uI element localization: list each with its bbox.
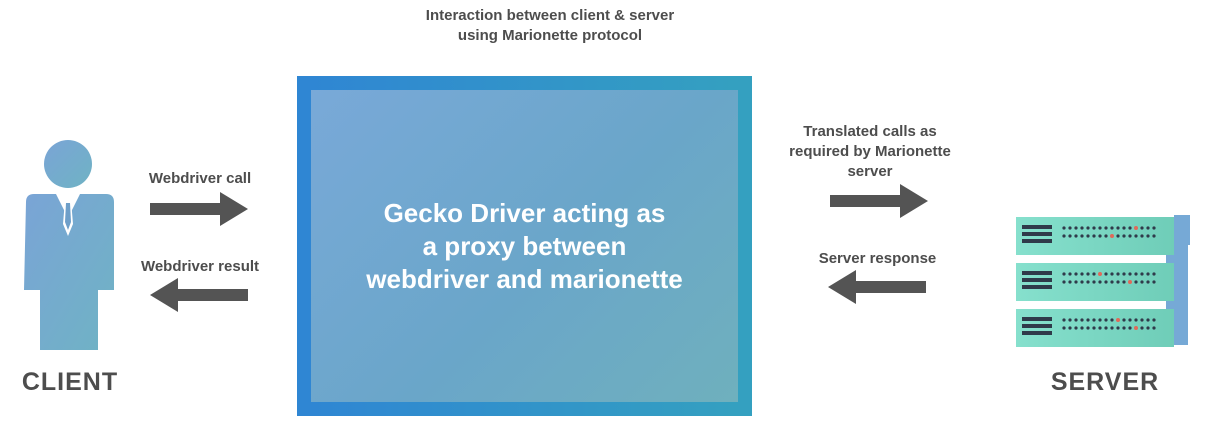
- gecko-driver-text: Gecko Driver acting as a proxy between w…: [366, 197, 683, 294]
- gecko-driver-box: Gecko Driver acting as a proxy between w…: [297, 76, 752, 416]
- person-icon: [24, 140, 114, 350]
- webdriver-result-arrow: [150, 278, 248, 312]
- person-head: [44, 140, 92, 188]
- client-label: CLIENT: [21, 368, 119, 396]
- server-response-label: Server response: [818, 250, 937, 267]
- translated-calls-arrow: [830, 184, 928, 218]
- server-response-arrow: [828, 270, 926, 304]
- server-rack-icon: [1016, 215, 1190, 347]
- server-label: SERVER: [1050, 368, 1160, 396]
- translated-calls-label: Translated calls as required by Marionet…: [789, 123, 951, 180]
- diagram-title: Interaction between client & server usin…: [425, 7, 675, 44]
- webdriver-result-label: Webdriver result: [140, 258, 260, 275]
- webdriver-call-label: Webdriver call: [148, 170, 252, 187]
- webdriver-call-arrow: [150, 192, 248, 226]
